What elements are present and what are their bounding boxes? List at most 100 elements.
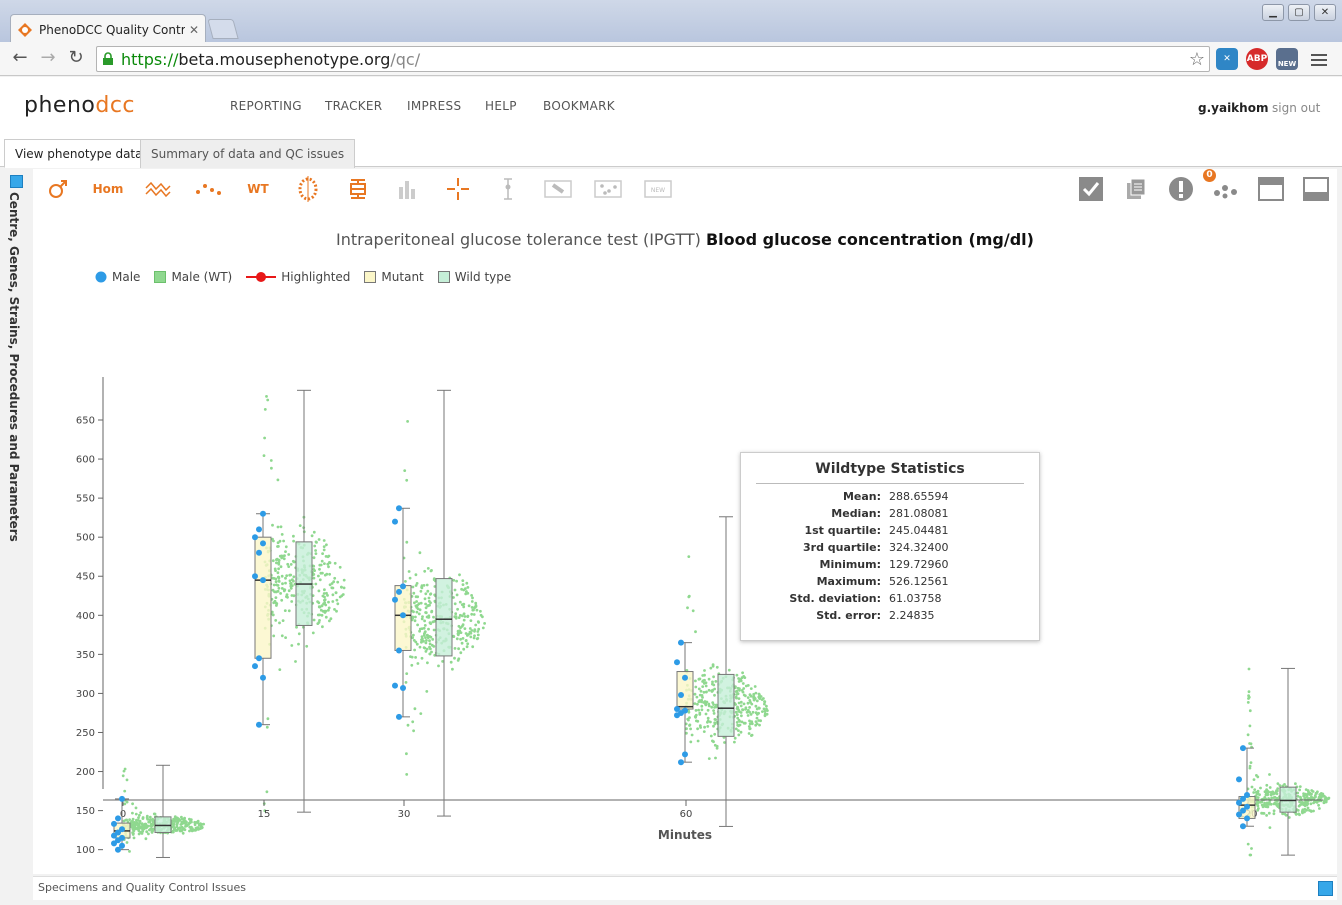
wildtype-point [735, 713, 739, 717]
wildtype-point [706, 708, 710, 712]
specimens-panel-header[interactable]: Specimens and Quality Control Issues [33, 876, 1337, 900]
wildtype-point [145, 830, 149, 834]
new-tab-button[interactable] [207, 19, 239, 39]
nav-bookmark[interactable]: BOOKMARK [543, 99, 615, 113]
wildtype-point [714, 703, 718, 707]
wildtype-point [128, 850, 131, 853]
browser-tab[interactable]: PhenoDCC Quality Contro ✕ [10, 14, 206, 44]
new-extension-icon[interactable]: NEW [1276, 48, 1298, 70]
wildtype-point [178, 827, 182, 830]
wildtype-point [1272, 812, 1276, 816]
mutant-point [392, 682, 398, 689]
wildtype-point [733, 740, 736, 744]
wildtype-point [712, 709, 715, 712]
wildtype-point [465, 645, 469, 649]
wildtype-box [1279, 667, 1297, 856]
sidebar-toggle-icon[interactable] [9, 175, 23, 188]
wildtype-point [470, 606, 474, 609]
wildtype-point [412, 729, 415, 733]
visualisation-panel: Hom WT NEW 0 Intraperitoneal glucose tol… [33, 169, 1337, 874]
wildtype-point [473, 605, 477, 609]
wildtype-point [1249, 853, 1253, 857]
wildtype-point [697, 687, 701, 691]
wildtype-point [183, 828, 187, 832]
wildtype-point [405, 773, 409, 776]
wildtype-point [713, 693, 716, 697]
sign-out-link[interactable]: sign out [1272, 101, 1320, 115]
nav-tracker[interactable]: TRACKER [325, 99, 382, 113]
wildtype-point [736, 692, 740, 696]
wildtype-point [149, 827, 153, 831]
sidebar-label: Centre, Genes, Strains, Procedures and P… [7, 192, 21, 542]
wildtype-point [312, 564, 316, 568]
wildtype-point [274, 596, 278, 599]
wildtype-point [740, 714, 743, 718]
wildtype-point [273, 590, 276, 594]
lock-icon [103, 52, 113, 65]
ipgtt-chart[interactable]: 1001502002503003504004505005506006500 15 3… [33, 169, 1337, 874]
wildtype-point [180, 817, 184, 821]
wildtype-point [292, 594, 296, 598]
wildtype-point [457, 647, 460, 651]
wildtype-point [421, 615, 424, 618]
sidebar-collapsed[interactable]: Centre, Genes, Strains, Procedures and P… [5, 172, 27, 892]
wildtype-point [1275, 804, 1279, 807]
wildtype-point [1311, 790, 1315, 793]
wildtype-point [737, 710, 741, 713]
tab-view-phenotype-data[interactable]: View phenotype data [4, 139, 154, 168]
y-tick-label: 150 [76, 806, 95, 817]
wildtype-point [749, 713, 753, 716]
wildtype-point [317, 589, 321, 593]
wildtype-point [274, 580, 278, 584]
tab-close-icon[interactable]: ✕ [189, 23, 199, 37]
wildtype-point [423, 624, 427, 627]
wildtype-point [131, 817, 135, 821]
phenodcc-logo[interactable]: phenodcc [24, 93, 135, 118]
nav-impress[interactable]: IMPRESS [407, 99, 461, 113]
wildtype-point [748, 706, 751, 709]
wildtype-point [125, 841, 129, 844]
bookmark-star-icon[interactable]: ☆ [1189, 49, 1205, 70]
puzzle-icon[interactable]: ✕ [1216, 48, 1238, 70]
back-arrow-icon[interactable]: ← [10, 49, 30, 69]
y-tick-label: 400 [76, 611, 95, 622]
wildtype-point [428, 603, 431, 607]
wildtype-point [735, 710, 738, 714]
wildtype-point [458, 573, 461, 577]
address-bar[interactable]: https:// beta.mousephenotype.org /qc/ ☆ [96, 46, 1210, 72]
wildtype-point [187, 823, 190, 826]
wildtype-point [175, 817, 179, 821]
close-window-icon[interactable]: ✕ [1314, 4, 1336, 21]
tab-summary-qc[interactable]: Summary of data and QC issues [140, 139, 356, 168]
panel-toggle-icon[interactable] [1318, 881, 1333, 896]
wildtype-point [428, 621, 432, 625]
restore-window-icon[interactable]: ▢ [1288, 4, 1310, 21]
wildtype-point [131, 811, 134, 815]
wildtype-point [338, 595, 342, 599]
wildtype-point [280, 533, 284, 536]
forward-arrow-icon[interactable]: → [38, 49, 58, 69]
wildtype-point [1307, 790, 1310, 793]
wildtype-point [714, 756, 717, 760]
wildtype-point [292, 534, 295, 538]
wildtype-point [1297, 812, 1301, 816]
wildtype-point [714, 718, 718, 721]
mutant-point [115, 815, 121, 822]
wildtype-point [469, 619, 473, 622]
nav-help[interactable]: HELP [485, 99, 517, 113]
wildtype-point [404, 580, 407, 583]
wildtype-point [188, 829, 191, 833]
reload-icon[interactable]: ↻ [66, 49, 86, 69]
wildtype-point [266, 398, 270, 402]
browser-menu-icon[interactable] [1311, 51, 1327, 69]
minimize-window-icon[interactable]: ▁ [1262, 4, 1284, 21]
wildtype-point [737, 733, 741, 737]
wildtype-point [134, 806, 138, 810]
wildtype-point [321, 625, 324, 629]
abp-icon[interactable]: ABP [1246, 48, 1268, 70]
wildtype-point [737, 718, 741, 722]
wildtype-point [422, 584, 426, 587]
wildtype-point [466, 586, 470, 589]
wildtype-point [1273, 792, 1277, 795]
nav-reporting[interactable]: REPORTING [230, 99, 302, 113]
